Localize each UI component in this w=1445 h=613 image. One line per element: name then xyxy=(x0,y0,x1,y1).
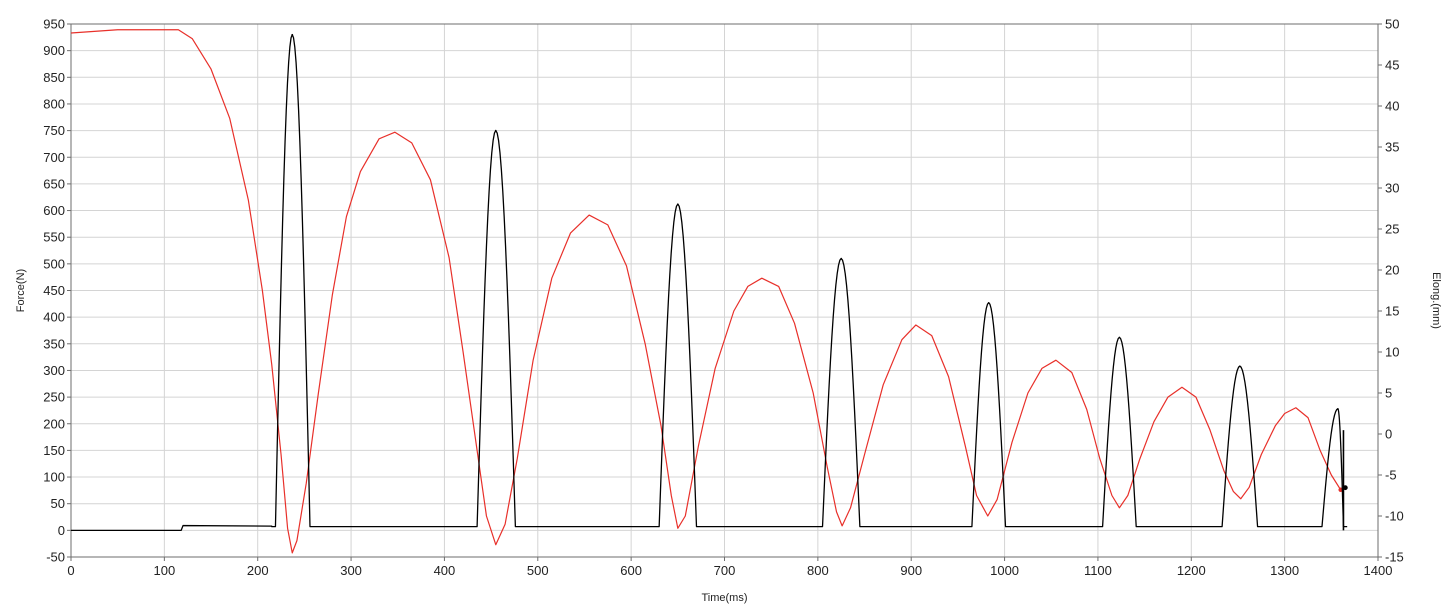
x-tick-label: 1000 xyxy=(990,563,1019,578)
right-y-tick-label: 15 xyxy=(1385,304,1399,319)
force-peak-point xyxy=(987,301,990,304)
left-y-tick-label: 50 xyxy=(51,496,65,511)
right-y-tick-label: 10 xyxy=(1385,345,1399,360)
right-y-tick-label: 45 xyxy=(1385,58,1399,73)
x-tick-label: 500 xyxy=(527,563,549,578)
right-y-tick-label: -5 xyxy=(1385,468,1397,483)
right-y-tick-label: 35 xyxy=(1385,140,1399,155)
x-tick-label: 1400 xyxy=(1364,563,1393,578)
right-y-tick-label: 40 xyxy=(1385,99,1399,114)
left-y-tick-label: 250 xyxy=(43,390,65,405)
x-tick-label: 1200 xyxy=(1177,563,1206,578)
left-y-axis-title: Force(N) xyxy=(15,269,27,312)
x-tick-label: 100 xyxy=(154,563,176,578)
right-y-tick-label: 25 xyxy=(1385,222,1399,237)
left-y-tick-label: 0 xyxy=(58,523,65,538)
x-tick-label: 200 xyxy=(247,563,269,578)
left-y-tick-label: 300 xyxy=(43,363,65,378)
force-peak-point xyxy=(1337,408,1339,410)
x-tick-label: 1100 xyxy=(1084,563,1112,578)
series-layer xyxy=(70,29,1348,554)
gridlines xyxy=(71,24,1378,557)
left-y-tick-label: 600 xyxy=(43,203,65,218)
left-y-tick-label: 550 xyxy=(43,230,65,245)
right-y-axis-title: Elong.(mm) xyxy=(1430,272,1442,329)
x-tick-label: 300 xyxy=(340,563,362,578)
dual-axis-line-chart: 0 100 200 300 400 500 600 700 800 900 1000 1100 1200… xyxy=(15,17,1442,605)
left-y-tick-label: 450 xyxy=(43,283,65,298)
left-y-tick-label: 900 xyxy=(43,43,65,58)
x-tick-label: 600 xyxy=(620,563,642,578)
x-tick-label: 0 xyxy=(67,563,74,578)
left-y-tick-label: 200 xyxy=(43,416,65,431)
force-peak-point xyxy=(840,257,842,260)
left-y-tick-label: 400 xyxy=(43,310,65,325)
x-tick-label: 700 xyxy=(714,563,736,578)
x-axis-title: Time(ms) xyxy=(701,592,747,604)
left-y-tick-label: 350 xyxy=(43,336,65,351)
tick-labels: 0 100 200 300 400 500 600 700 800 900 1000 1100 1200… xyxy=(43,17,1404,579)
left-y-tick-label: 800 xyxy=(43,96,65,111)
x-tick-label: 900 xyxy=(900,563,922,578)
right-y-tick-label: 50 xyxy=(1385,17,1399,32)
force-peak-point xyxy=(1239,365,1241,367)
left-y-tick-label: 700 xyxy=(43,150,65,165)
force-peak-point xyxy=(1118,336,1121,339)
elongation-series-line xyxy=(70,29,1342,554)
x-tick-label: 400 xyxy=(434,563,456,578)
chart-container: 0 100 200 300 400 500 600 700 800 900 1000 1100 1200… xyxy=(0,0,1445,608)
force-peak-point xyxy=(291,33,294,36)
left-y-tick-label: 500 xyxy=(43,256,65,271)
force-peak-point xyxy=(494,129,497,132)
force-peak-point xyxy=(677,203,679,205)
left-y-tick-label: 100 xyxy=(43,470,65,485)
left-y-tick-label: 650 xyxy=(43,176,65,191)
right-y-tick-label: -15 xyxy=(1385,550,1404,565)
left-y-tick-label: -50 xyxy=(46,550,65,565)
force-series-line xyxy=(71,34,1348,531)
right-y-tick-label: 5 xyxy=(1385,386,1392,401)
right-y-tick-label: 0 xyxy=(1385,427,1392,442)
right-y-tick-label: 20 xyxy=(1385,263,1399,278)
x-tick-label: 800 xyxy=(807,563,829,578)
left-y-tick-label: 950 xyxy=(43,17,65,32)
left-y-tick-label: 150 xyxy=(43,443,65,458)
force-end-marker xyxy=(1342,485,1348,491)
right-y-tick-label: 30 xyxy=(1385,181,1399,196)
left-y-tick-label: 850 xyxy=(43,70,65,85)
x-tick-label: 1300 xyxy=(1270,563,1299,578)
right-y-tick-label: -10 xyxy=(1385,509,1404,524)
left-y-tick-label: 750 xyxy=(43,123,65,138)
